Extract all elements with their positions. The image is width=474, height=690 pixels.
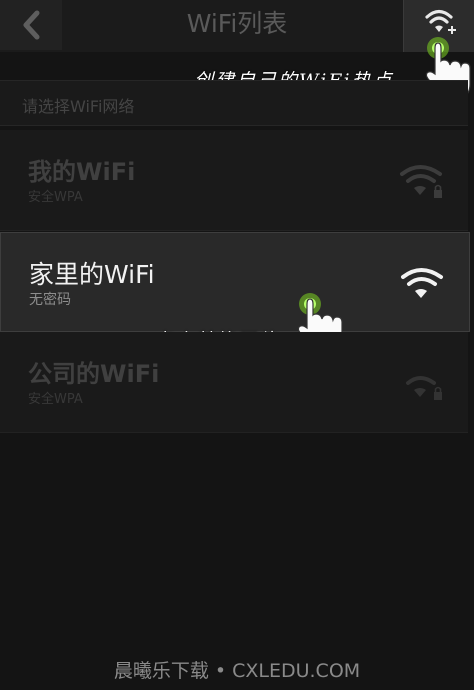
lock-icon [434, 190, 442, 198]
choose-network-label: 请选择WiFi网络 [22, 97, 135, 116]
lock-icon [434, 392, 442, 400]
wifi-signal-icon [401, 268, 443, 298]
network-name: 公司的WiFi [28, 360, 160, 388]
top-bar: WiFi列表 [0, 0, 474, 52]
network-name: 我的WiFi [28, 158, 136, 186]
network-security: 安全WPA [28, 190, 83, 205]
network-item[interactable]: 公司的WiFi 安全WPA [0, 332, 468, 433]
network-security: 安全WPA [28, 392, 83, 407]
wifi-signal-icon [400, 165, 442, 198]
network-item[interactable]: 我的WiFi 安全WPA [0, 130, 468, 231]
network-security: 无密码 [29, 292, 71, 308]
watermark: 晨曦乐下载 • CXLEDU.COM [113, 660, 361, 682]
wifi-signal-icon [406, 376, 442, 400]
network-list-header: 请选择WiFi网络 [0, 80, 468, 126]
network-item-selected[interactable]: 家里的WiFi 无密码 [0, 232, 470, 332]
network-name: 家里的WiFi [29, 260, 155, 289]
